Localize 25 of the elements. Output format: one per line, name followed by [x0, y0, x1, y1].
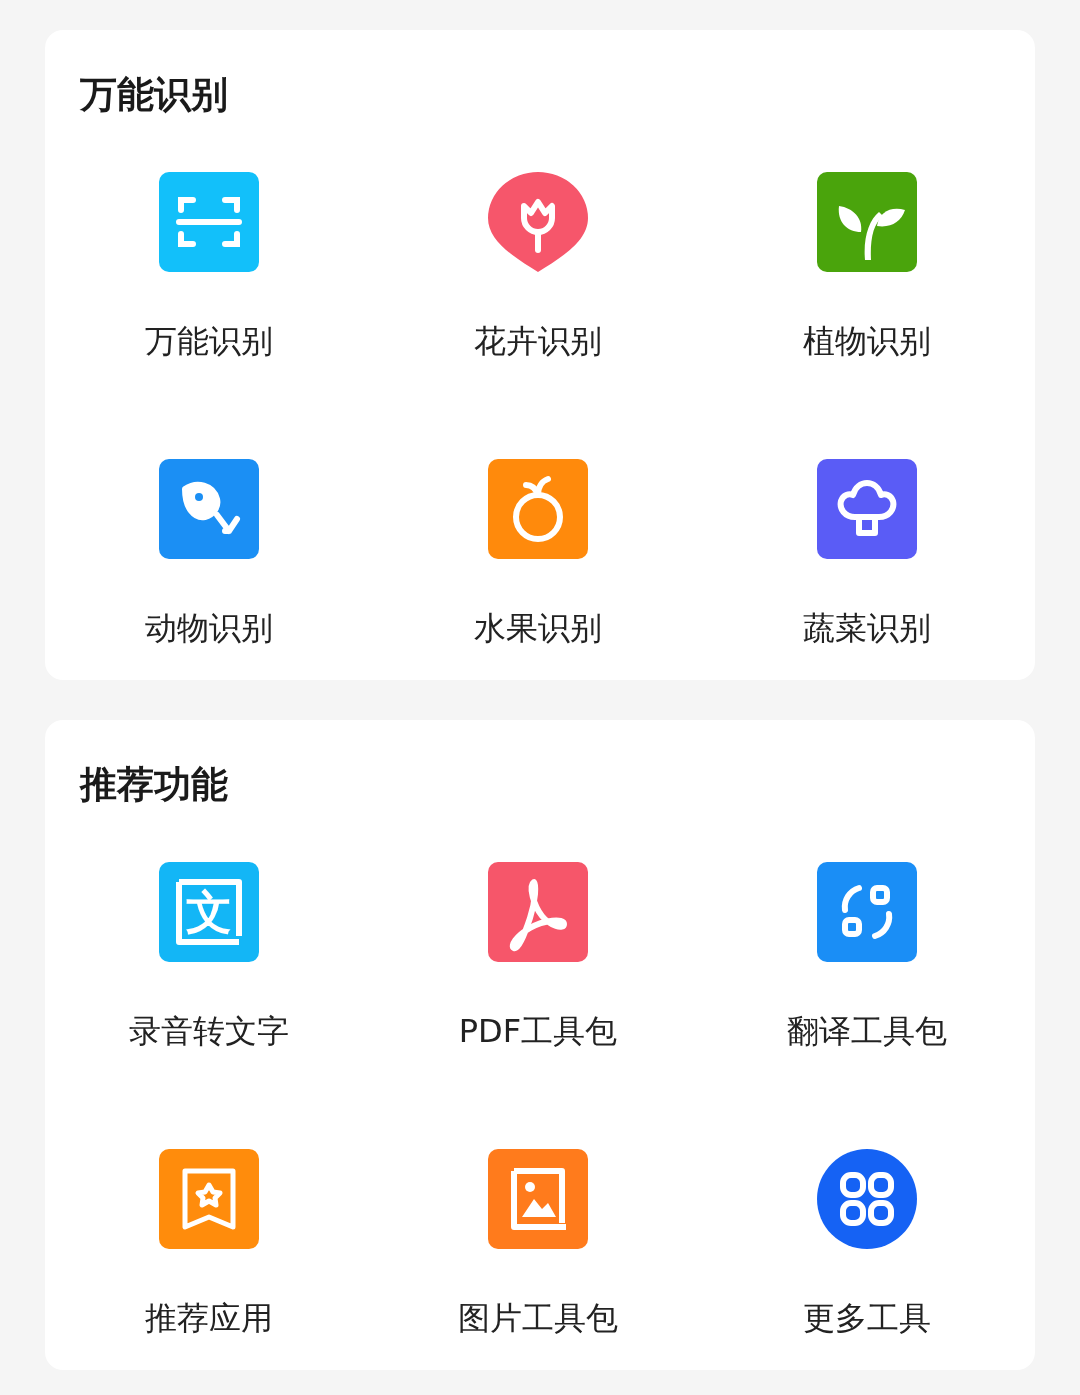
section-title: 万能识别 [80, 72, 229, 118]
app-icon[interactable] [159, 172, 260, 272]
app-icon[interactable] [159, 459, 260, 559]
tool-label[interactable]: 动物识别 [145, 608, 274, 648]
tool-label[interactable]: 花卉识别 [474, 321, 602, 361]
section-title: 推荐功能 [80, 762, 229, 808]
tool-label[interactable]: PDF工具包 [458, 1011, 618, 1051]
tool-label[interactable]: 更多工具 [802, 1298, 931, 1338]
app-icon[interactable] [488, 1149, 588, 1249]
app-icon[interactable] [816, 459, 917, 559]
tool-label[interactable]: 植物识别 [802, 321, 931, 361]
app-icon[interactable] [159, 1149, 260, 1249]
app-icon[interactable] [816, 1149, 917, 1249]
tool-label[interactable]: 水果识别 [474, 608, 602, 648]
tool-label[interactable]: 蔬菜识别 [802, 608, 931, 648]
tool-label[interactable]: 推荐应用 [145, 1298, 274, 1338]
tool-label[interactable]: 万能识别 [145, 321, 274, 361]
tool-label[interactable]: 翻译工具包 [786, 1011, 947, 1051]
app-icon[interactable] [816, 862, 917, 962]
app-icon[interactable] [488, 459, 588, 559]
app-icon[interactable] [488, 172, 588, 272]
tool-label[interactable]: 图片工具包 [458, 1298, 618, 1338]
tool-label[interactable]: 录音转文字 [129, 1011, 290, 1051]
app-icon[interactable] [488, 862, 588, 962]
app-icon[interactable] [816, 172, 917, 272]
